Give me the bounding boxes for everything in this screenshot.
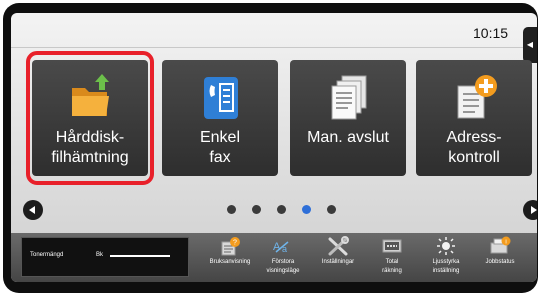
chevron-left-icon: ◀ [526,40,534,49]
page-dot-active[interactable] [302,205,311,214]
quick-enlarge-display[interactable]: A a Förstora visningsläge [256,236,310,280]
tools-icon [327,236,349,256]
tile-label: Man. avslut [307,129,389,146]
previous-page-button[interactable] [23,200,43,220]
toner-level: Tonermängd Bk [21,237,189,277]
page-dot[interactable] [227,205,236,214]
address-book-plus-icon [450,74,500,122]
quick-job-status[interactable]: i Jobbstatus [473,236,527,280]
page-dot[interactable] [277,205,286,214]
svg-text:?: ? [233,240,237,247]
selection-highlight [26,51,154,185]
documents-icon [324,74,374,122]
tile-simple-fax[interactable]: Enkel fax [162,60,278,176]
page-dot[interactable] [327,205,336,214]
svg-text:i: i [505,240,506,246]
fax-icon [196,74,246,122]
quick-total-count[interactable]: Total räkning [365,236,419,280]
tile-address-check[interactable]: Adress-kontroll [416,60,532,176]
bottom-bar: Tonermängd Bk ? Bruksanvisning A a Först… [11,233,537,282]
quick-label: Inställningar [321,259,355,265]
manual-icon: ? [219,236,241,256]
enlarge-text-icon: A a [272,236,294,256]
quick-label: Förstora visningsläge [266,259,300,274]
quick-settings[interactable]: Inställningar [311,236,365,280]
brightness-icon [435,236,457,256]
toner-color-label: Bk [96,252,104,258]
clock: 10:15 [473,25,509,41]
counter-icon [381,236,403,256]
quick-operation-manual[interactable]: ? Bruksanvisning [203,236,257,280]
quick-brightness[interactable]: Ljusstyrka inställning [419,236,473,280]
next-page-button[interactable] [523,200,537,220]
toner-label: Tonermängd [30,252,64,258]
tile-manual-finish[interactable]: Man. avslut [290,60,406,176]
touch-screen: 10:15 ◀ Hårddisk-filhämtning Enkel fax M… [11,13,537,282]
quick-label: Jobbstatus [485,259,515,265]
quick-label: Ljusstyrka inställning [432,259,460,274]
device-frame: 10:15 ◀ Hårddisk-filhämtning Enkel fax M… [3,3,538,293]
job-status-icon: i [489,236,511,256]
quick-label: Total räkning [382,259,402,274]
tile-label: Enkel fax [199,129,241,166]
page-dot[interactable] [252,205,261,214]
status-divider [11,47,537,48]
tile-label: Adress-kontroll [446,129,502,166]
toner-bar [110,255,170,257]
side-panel-tab[interactable]: ◀ [523,27,537,63]
